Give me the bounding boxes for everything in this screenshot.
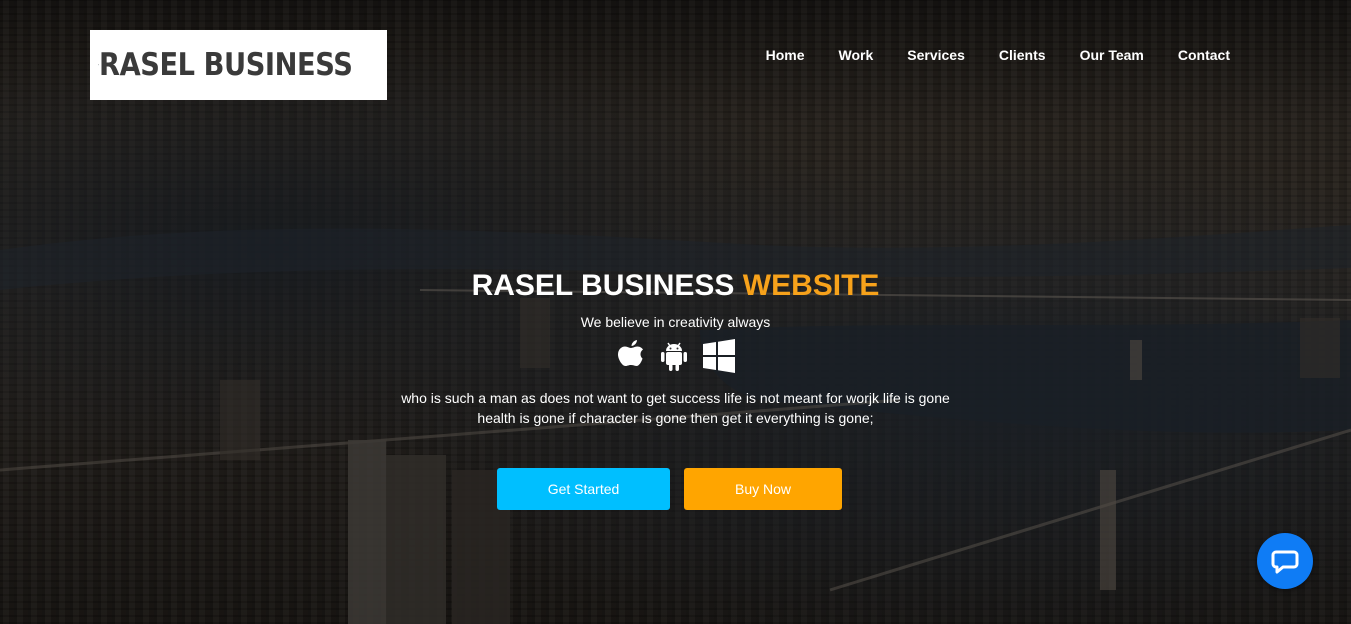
hero-title-main: RASEL BUSINESS <box>471 269 735 302</box>
hero-title-accent: WEBSITE <box>742 269 880 302</box>
windows-icon <box>702 339 735 373</box>
nav-item-contact[interactable]: Contact <box>1178 47 1230 63</box>
nav-item-services[interactable]: Services <box>907 47 965 63</box>
brand-logo[interactable]: RASEL BUSINESS <box>90 30 387 100</box>
chat-button[interactable] <box>1257 533 1313 589</box>
chat-bubble-icon <box>1271 550 1299 574</box>
hero-section: RASEL BUSINESS WEBSITE We believe in cre… <box>0 268 1351 428</box>
nav-item-work[interactable]: Work <box>839 47 874 63</box>
nav-item-clients[interactable]: Clients <box>999 47 1046 63</box>
hero-tagline: We believe in creativity always <box>580 314 771 330</box>
nav-item-home[interactable]: Home <box>766 47 805 63</box>
hero-description: who is such a man as does not want to ge… <box>396 388 956 428</box>
platform-icons <box>0 338 1351 374</box>
hero-description-line-2: health is gone if character is gone then… <box>477 410 874 426</box>
apple-icon <box>617 340 643 366</box>
get-started-button[interactable]: Get Started <box>497 468 670 510</box>
android-icon <box>660 342 687 371</box>
hero-description-line-1: who is such a man as does not want to ge… <box>401 390 950 406</box>
hero-title: RASEL BUSINESS WEBSITE <box>0 268 1351 304</box>
brand-name: RASEL BUSINESS <box>99 47 353 83</box>
buy-now-button[interactable]: Buy Now <box>684 468 842 510</box>
hero-buttons: Get Started Buy Now <box>497 468 842 510</box>
nav-item-our-team[interactable]: Our Team <box>1080 47 1144 63</box>
main-nav: Home Work Services Clients Our Team Cont… <box>766 47 1230 63</box>
